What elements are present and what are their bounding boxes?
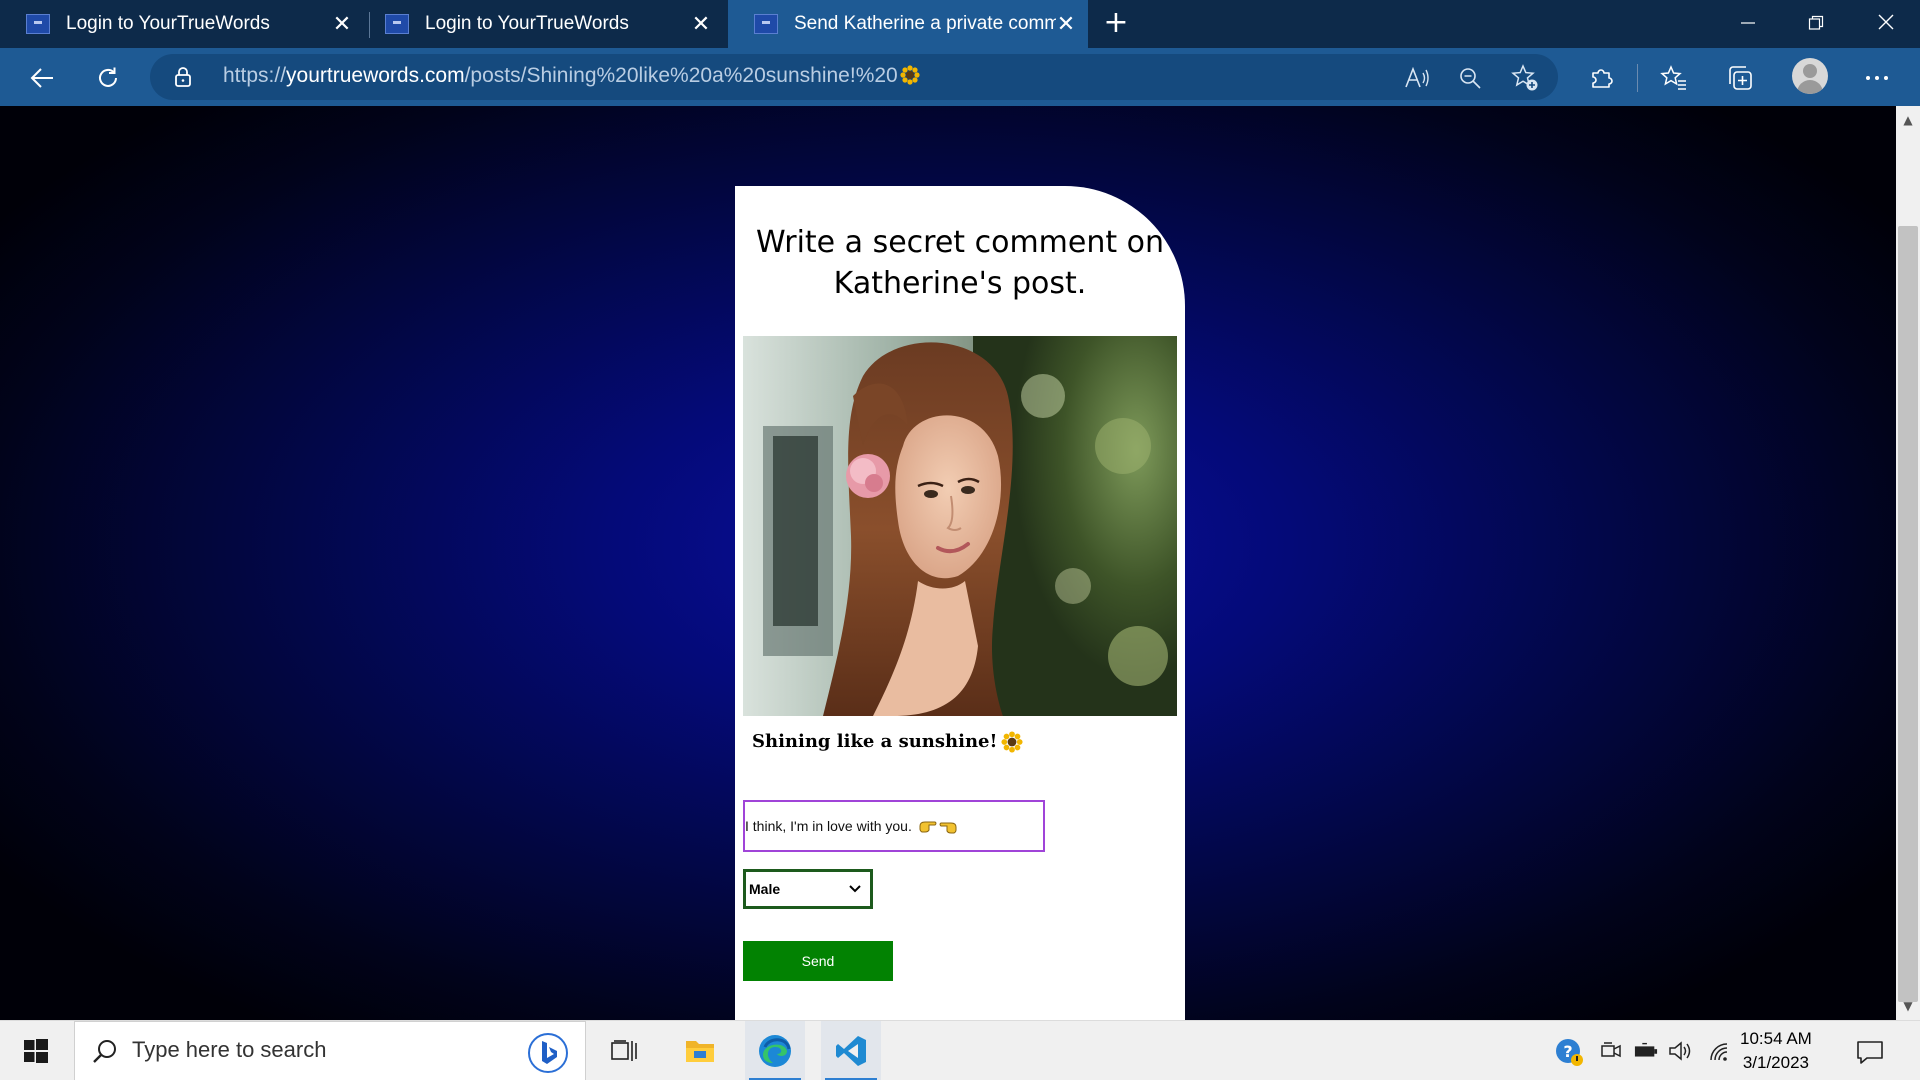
more-button[interactable] — [1857, 58, 1897, 98]
refresh-icon — [99, 67, 117, 87]
site-favicon-icon — [754, 14, 778, 34]
network-tray-icon[interactable] — [1707, 1039, 1731, 1063]
post-caption-text: Shining like a sunshine! — [752, 731, 998, 752]
sunflower-icon — [900, 65, 920, 85]
tab-send-comment[interactable]: Send Katherine a private comme ✕ — [728, 0, 1088, 48]
windows-logo-icon — [24, 1039, 48, 1063]
page-title: Write a secret comment on Katherine's po… — [755, 225, 1165, 301]
url-scheme: https:// — [223, 64, 287, 87]
clock-time: 10:54 AM — [1740, 1029, 1812, 1048]
url-text[interactable]: https://yourtruewords.com/posts/Shining%… — [223, 64, 920, 88]
browser-toolbar: https://yourtruewords.com/posts/Shining%… — [0, 48, 1920, 106]
svg-text:?: ? — [1563, 1042, 1572, 1061]
toolbar-divider — [1637, 64, 1638, 92]
close-tab-icon[interactable]: ✕ — [689, 12, 713, 36]
comment-input[interactable]: I think, I'm in love with you. — [743, 800, 1045, 852]
tab-strip: Login to YourTrueWords ✕ Login to YourTr… — [0, 0, 1920, 48]
file-explorer-button[interactable] — [670, 1021, 730, 1080]
gender-select-value: Male — [749, 881, 781, 897]
address-bar[interactable]: https://yourtruewords.com/posts/Shining%… — [150, 54, 1558, 100]
favorites-icon — [1660, 65, 1686, 90]
edge-icon — [759, 1035, 791, 1067]
favorites-button[interactable] — [1654, 58, 1694, 98]
battery-icon — [1634, 1042, 1658, 1057]
read-aloud-button[interactable] — [1403, 64, 1431, 92]
url-host: yourtruewords.com — [286, 64, 465, 87]
comment-card: Write a secret comment on Katherine's po… — [735, 186, 1185, 1020]
restore-button[interactable] — [1796, 8, 1836, 40]
tab-title: Login to YourTrueWords — [425, 13, 629, 34]
edge-taskbar-button[interactable] — [745, 1021, 805, 1080]
help-tray-icon[interactable]: ? — [1554, 1037, 1584, 1067]
refresh-button[interactable] — [88, 58, 128, 98]
new-tab-button[interactable]: + — [1100, 8, 1132, 40]
wifi-icon — [1710, 1043, 1728, 1061]
site-favicon-icon — [385, 14, 409, 34]
scroll-down-arrow-icon[interactable]: ▼ — [1900, 998, 1916, 1014]
close-tab-icon[interactable]: ✕ — [1054, 12, 1078, 36]
scroll-up-arrow-icon[interactable]: ▲ — [1900, 112, 1916, 128]
collections-icon — [1729, 66, 1752, 90]
search-placeholder: Type here to search — [132, 1037, 327, 1062]
taskbar-search-box[interactable]: Type here to search — [74, 1021, 586, 1080]
more-icon — [1866, 76, 1888, 80]
extensions-icon — [1592, 69, 1613, 88]
minimize-icon — [1741, 22, 1755, 24]
zoom-out-icon — [1460, 68, 1481, 89]
close-icon — [1878, 14, 1894, 30]
task-view-button[interactable] — [594, 1021, 654, 1080]
task-view-icon — [611, 1040, 637, 1061]
read-aloud-icon — [1405, 67, 1429, 88]
add-favorite-button[interactable] — [1511, 64, 1539, 92]
lock-icon[interactable] — [174, 67, 192, 87]
site-favicon-icon — [26, 14, 50, 34]
vscode-taskbar-button[interactable] — [821, 1021, 881, 1080]
post-caption: Shining like a sunshine! — [752, 731, 1023, 753]
start-button[interactable] — [8, 1021, 64, 1080]
tab-login-1[interactable]: Login to YourTrueWords ✕ — [0, 0, 364, 48]
clock-date: 3/1/2023 — [1742, 1053, 1809, 1072]
close-window-button[interactable] — [1866, 8, 1906, 40]
volume-icon — [1669, 1041, 1691, 1061]
volume-tray-icon[interactable] — [1668, 1039, 1692, 1063]
camera-icon — [1601, 1042, 1621, 1058]
search-icon — [93, 1040, 116, 1063]
meet-now-tray-icon[interactable] — [1599, 1039, 1623, 1063]
comment-input-text: I think, I'm in love with you. — [745, 818, 912, 834]
back-button[interactable] — [22, 58, 62, 98]
vscode-icon — [836, 1036, 866, 1066]
gender-select[interactable]: Male — [743, 869, 873, 909]
sunflower-icon — [1001, 731, 1023, 753]
battery-tray-icon[interactable] — [1634, 1039, 1658, 1063]
help-icon: ? — [1556, 1039, 1583, 1066]
chevron-down-icon — [849, 885, 861, 893]
minimize-button[interactable] — [1728, 8, 1768, 40]
bing-icon[interactable] — [527, 1032, 569, 1074]
add-favorite-icon — [1511, 64, 1538, 91]
notifications-icon[interactable] — [1855, 1037, 1885, 1067]
taskbar: Type here to search ? 10:54 AM 3/1/2023 — [0, 1020, 1920, 1080]
file-explorer-icon — [686, 1041, 714, 1062]
tab-login-2[interactable]: Login to YourTrueWords ✕ — [359, 0, 723, 48]
post-photo — [743, 336, 1177, 716]
tab-title: Login to YourTrueWords — [66, 13, 270, 34]
restore-icon — [1808, 15, 1824, 30]
pointing-hands-icon — [919, 821, 957, 834]
tab-title: Send Katherine a private comme — [794, 13, 1056, 34]
portrait-photo — [743, 336, 1177, 716]
send-button[interactable]: Send — [743, 941, 893, 981]
zoom-button[interactable] — [1456, 64, 1484, 92]
back-icon — [30, 68, 53, 88]
collections-button[interactable] — [1720, 58, 1760, 98]
url-path: /posts/Shining%20like%20a%20sunshine!%20 — [464, 64, 898, 87]
profile-avatar[interactable] — [1792, 58, 1828, 94]
close-tab-icon[interactable]: ✕ — [330, 12, 354, 36]
scrollbar-thumb[interactable] — [1898, 226, 1918, 1002]
page-viewport: Write a secret comment on Katherine's po… — [0, 106, 1896, 1020]
taskbar-clock[interactable]: 10:54 AM 3/1/2023 — [1740, 1027, 1812, 1075]
extensions-button[interactable] — [1581, 58, 1621, 98]
